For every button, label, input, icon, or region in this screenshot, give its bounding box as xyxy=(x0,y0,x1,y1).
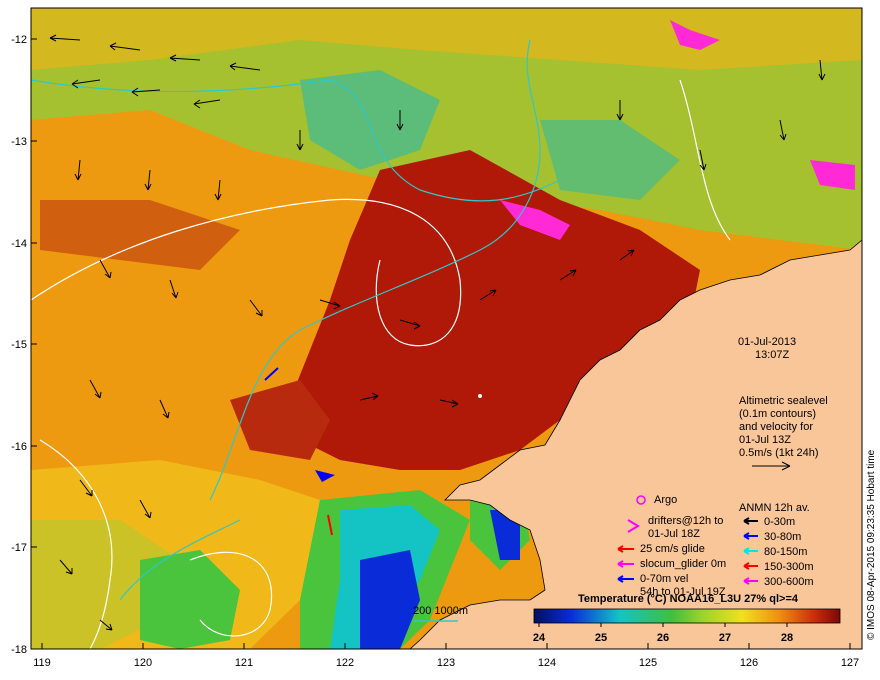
drifters-line-2: 01-Jul 18Z xyxy=(648,528,700,540)
marker-white xyxy=(478,394,482,398)
colorbar-tick-label: 26 xyxy=(657,632,669,644)
altimetry-line-1: Altimetric sealevel xyxy=(739,395,828,407)
colorbar xyxy=(533,608,841,624)
altimetry-line-4: 01-Jul 13Z xyxy=(739,434,791,446)
anmn-item-label: 30-80m xyxy=(764,531,801,543)
anmn-item-label: 150-300m xyxy=(764,561,814,573)
x-tick-label: 119 xyxy=(33,657,51,669)
anmn-item-label: 0-30m xyxy=(764,516,795,528)
x-tick-label: 120 xyxy=(134,657,152,669)
date-label: 01-Jul-2013 xyxy=(738,336,796,348)
colorbar-tick-label: 28 xyxy=(781,632,793,644)
x-tick-label: 126 xyxy=(740,657,758,669)
y-tick-label: -18 xyxy=(11,644,27,656)
x-tick-label: 121 xyxy=(235,657,253,669)
credit-text: © IMOS 08-Apr-2015 09:23:35 Hobart time xyxy=(866,449,877,640)
sst-map: 119 120 121 122 123 124 125 126 127 -12 -13 -14 -15… xyxy=(11,7,863,669)
altimetry-line-3: and velocity for xyxy=(739,421,813,433)
x-tick-label: 122 xyxy=(336,657,354,669)
colorbar-title: Temperature (°C) NOAA16_L3U 27% ql>=4 xyxy=(578,593,799,605)
y-tick-label: -12 xyxy=(11,34,27,46)
x-tick-label: 124 xyxy=(538,657,556,669)
drifters-line-1: drifters@12h to xyxy=(648,515,723,527)
time-label: 13:07Z xyxy=(755,349,790,361)
y-tick-label: -14 xyxy=(11,238,27,250)
altimetry-line-2: (0.1m contours) xyxy=(739,408,816,420)
colorbar-tick-label: 25 xyxy=(595,632,607,644)
colorbar-tick-label: 24 xyxy=(533,632,546,644)
anmn-item-label: 300-600m xyxy=(764,576,814,588)
x-tick-label: 123 xyxy=(437,657,455,669)
y-tick-label: -16 xyxy=(11,441,27,453)
x-tick-label: 125 xyxy=(639,657,657,669)
argo-label: Argo xyxy=(654,494,677,506)
anmn-title: ANMN 12h av. xyxy=(739,502,810,514)
y-tick-label: -15 xyxy=(11,339,27,351)
anmn-item-label: 80-150m xyxy=(764,546,807,558)
vel-line-1: 0-70m vel xyxy=(640,573,688,585)
sst-field xyxy=(31,8,862,649)
y-tick-label: -17 xyxy=(11,542,27,554)
glide-label: 25 cm/s glide xyxy=(640,543,705,555)
x-tick-label: 127 xyxy=(841,657,859,669)
y-tick-label: -13 xyxy=(11,136,27,148)
altimetry-line-5: 0.5m/s (1kt 24h) xyxy=(739,447,818,459)
colorbar-tick-label: 27 xyxy=(719,632,731,644)
slocum-label: slocum_glider 0m xyxy=(640,558,726,570)
isobath-label: 200 1000m xyxy=(413,605,468,617)
